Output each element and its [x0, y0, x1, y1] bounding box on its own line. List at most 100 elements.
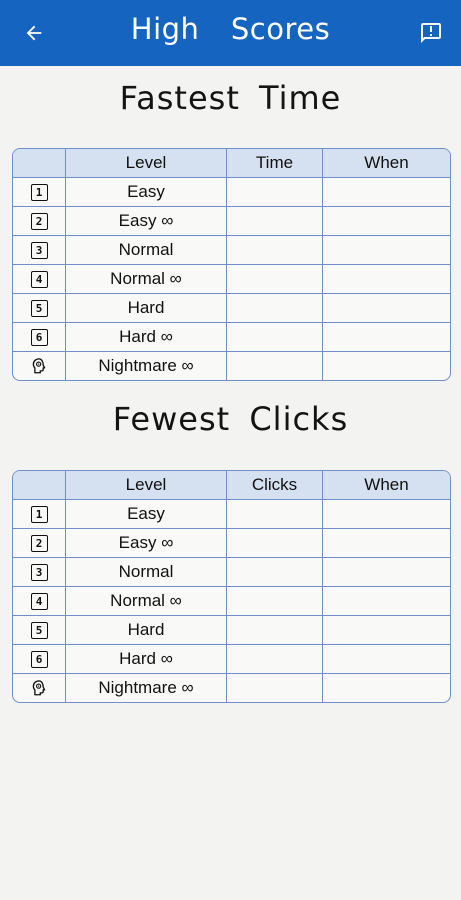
brain-head-icon	[32, 358, 46, 374]
level-number-icon: 3	[30, 563, 48, 581]
level-badge-cell	[13, 674, 66, 702]
fewest-clicks-title: Fewest Clicks	[112, 400, 349, 438]
when-value	[323, 236, 450, 264]
brain-head-icon	[32, 680, 46, 696]
clicks-value	[227, 558, 323, 586]
column-header-badge	[13, 471, 66, 499]
table-row: Nightmare ∞	[13, 674, 450, 702]
level-badge-cell: 6	[13, 645, 66, 673]
level-number-icon: 2	[30, 212, 48, 230]
table-header-row: Level Time When	[13, 149, 450, 178]
table-row: 1 Easy	[13, 178, 450, 207]
level-number-icon: 2	[30, 534, 48, 552]
level-name: Normal	[66, 558, 227, 586]
level-badge-cell: 3	[13, 236, 66, 264]
level-name: Normal ∞	[66, 265, 227, 293]
table-row: 5 Hard	[13, 294, 450, 323]
feedback-icon	[421, 23, 441, 43]
level-badge-cell: 2	[13, 207, 66, 235]
when-value	[323, 207, 450, 235]
level-badge-cell: 6	[13, 323, 66, 351]
column-header-when: When	[364, 475, 409, 494]
level-badge-cell: 2	[13, 529, 66, 557]
when-value	[323, 616, 450, 644]
fastest-time-title: Fastest Time	[119, 79, 342, 117]
level-badge-cell: 1	[13, 178, 66, 206]
when-value	[323, 265, 450, 293]
column-header-badge	[13, 149, 66, 177]
table-row: 2 Easy ∞	[13, 529, 450, 558]
level-name: Nightmare ∞	[66, 352, 227, 380]
level-name: Normal	[66, 236, 227, 264]
when-value	[323, 674, 450, 702]
level-number-icon: 4	[30, 592, 48, 610]
level-name: Easy	[66, 178, 227, 206]
time-value	[227, 236, 323, 264]
level-number-icon: 5	[30, 621, 48, 639]
table-row: 2 Easy ∞	[13, 207, 450, 236]
clicks-value	[227, 645, 323, 673]
column-header-level: Level	[66, 471, 227, 499]
clicks-value	[227, 616, 323, 644]
level-name: Easy ∞	[66, 529, 227, 557]
level-number-icon: 1	[30, 183, 48, 201]
time-value	[227, 207, 323, 235]
time-value	[227, 265, 323, 293]
level-number-icon: 1	[30, 505, 48, 523]
when-value	[323, 529, 450, 557]
app-bar: High Scores	[0, 0, 461, 66]
when-value	[323, 587, 450, 615]
level-name: Hard	[66, 616, 227, 644]
clicks-value	[227, 587, 323, 615]
level-badge-cell: 3	[13, 558, 66, 586]
level-badge-cell: 5	[13, 294, 66, 322]
level-name: Hard	[66, 294, 227, 322]
column-header-level: Level	[66, 149, 227, 177]
when-value	[323, 558, 450, 586]
when-value	[323, 323, 450, 351]
level-number-icon: 6	[30, 328, 48, 346]
column-header-time: Time	[227, 149, 323, 177]
when-value	[323, 500, 450, 528]
time-value	[227, 178, 323, 206]
table-row: 5 Hard	[13, 616, 450, 645]
table-row: 3 Normal	[13, 236, 450, 265]
time-value	[227, 323, 323, 351]
table-row: 3 Normal	[13, 558, 450, 587]
when-value	[323, 178, 450, 206]
level-name: Normal ∞	[66, 587, 227, 615]
level-name: Nightmare ∞	[66, 674, 227, 702]
table-row: 4 Normal ∞	[13, 265, 450, 294]
when-value	[323, 645, 450, 673]
clicks-value	[227, 674, 323, 702]
column-header-clicks: Clicks	[227, 471, 323, 499]
when-value	[323, 294, 450, 322]
level-name: Hard ∞	[66, 323, 227, 351]
level-badge-cell	[13, 352, 66, 380]
when-value	[323, 352, 450, 380]
page-title: High Scores	[130, 12, 331, 46]
fewest-clicks-table: Level Clicks When 1 Easy 2 Easy ∞ 3 Norm…	[12, 470, 451, 703]
table-row: 1 Easy	[13, 500, 450, 529]
clicks-value	[227, 500, 323, 528]
time-value	[227, 294, 323, 322]
table-row: 6 Hard ∞	[13, 323, 450, 352]
level-name: Easy	[66, 500, 227, 528]
level-number-icon: 4	[30, 270, 48, 288]
table-row: 6 Hard ∞	[13, 645, 450, 674]
level-badge-cell: 4	[13, 265, 66, 293]
level-name: Hard ∞	[66, 645, 227, 673]
level-number-icon: 6	[30, 650, 48, 668]
level-badge-cell: 5	[13, 616, 66, 644]
fastest-time-table: Level Time When 1 Easy 2 Easy ∞ 3 Normal…	[12, 148, 451, 381]
time-value	[227, 352, 323, 380]
table-row: Nightmare ∞	[13, 352, 450, 380]
level-number-icon: 5	[30, 299, 48, 317]
feedback-button[interactable]	[415, 17, 447, 49]
clicks-value	[227, 529, 323, 557]
level-badge-cell: 4	[13, 587, 66, 615]
column-header-when: When	[364, 153, 409, 172]
level-badge-cell: 1	[13, 500, 66, 528]
level-number-icon: 3	[30, 241, 48, 259]
level-name: Easy ∞	[66, 207, 227, 235]
